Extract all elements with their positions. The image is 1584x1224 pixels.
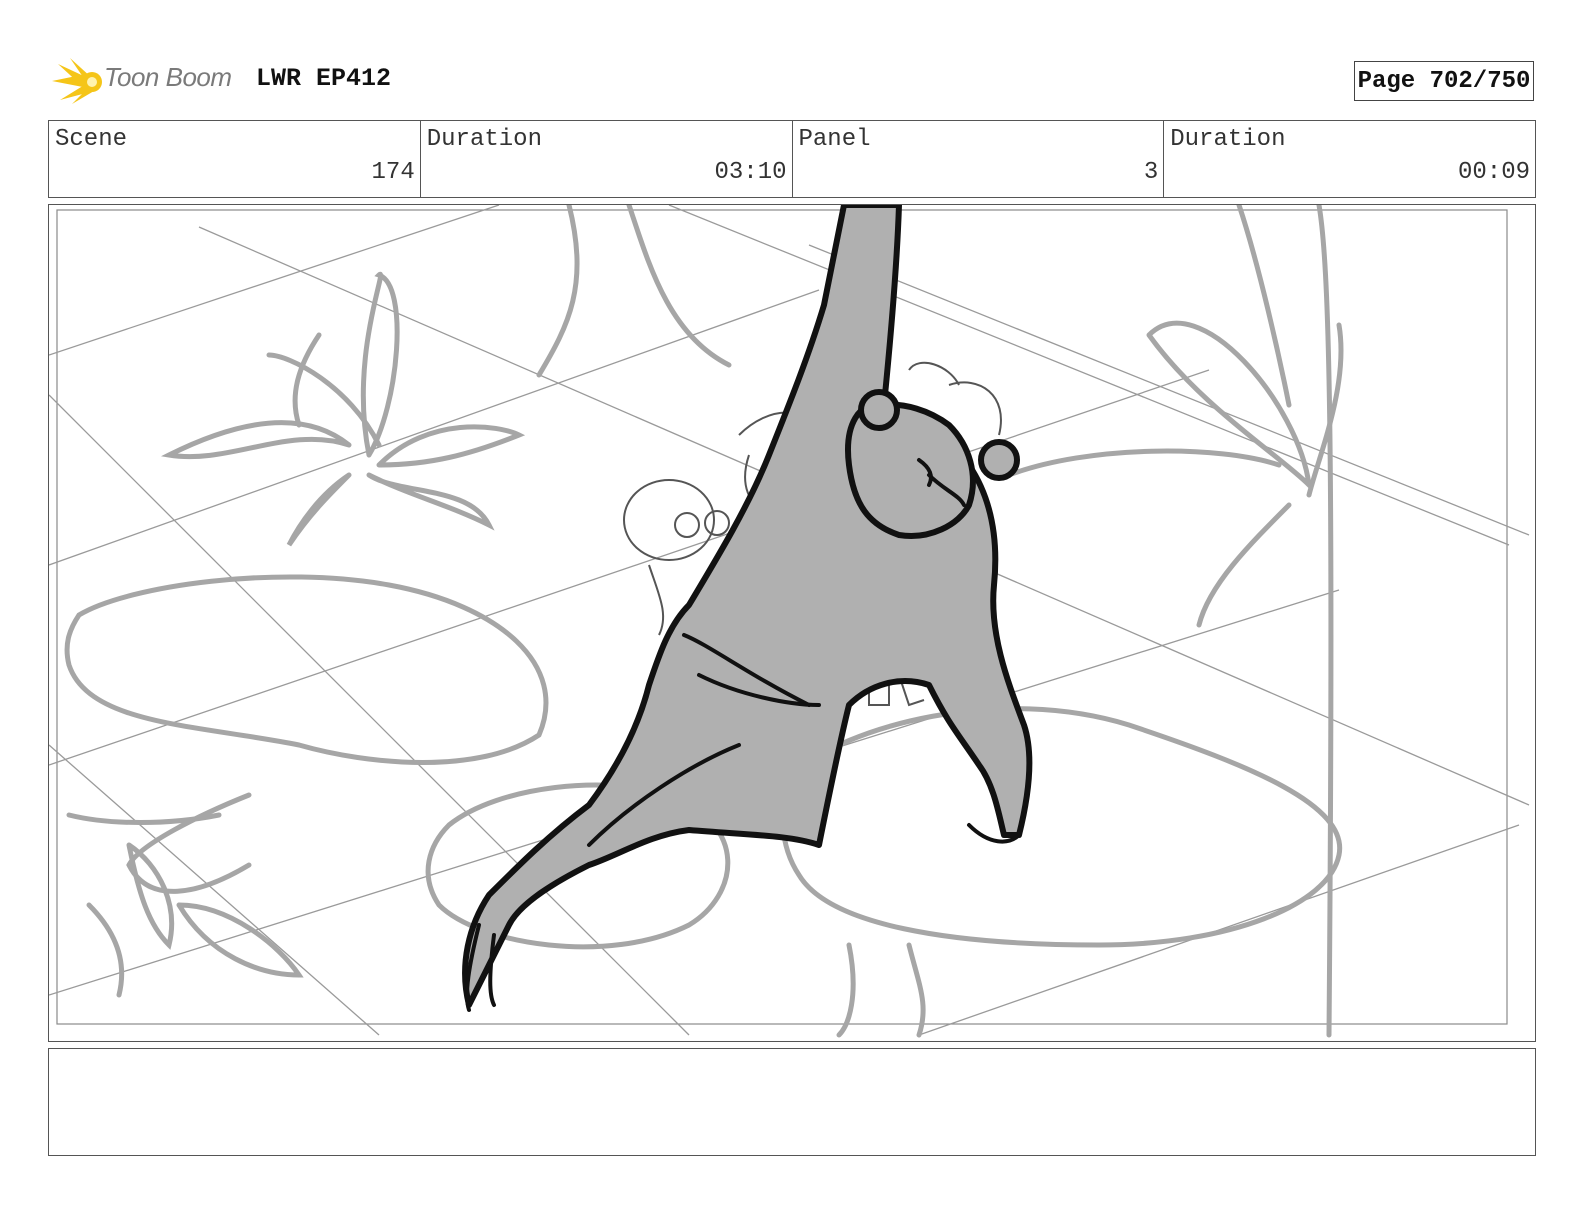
panel-label: Panel xyxy=(798,126,871,153)
notes-box xyxy=(48,1048,1536,1156)
scene-duration-label: Duration xyxy=(426,126,542,153)
panel-duration-label: Duration xyxy=(1170,126,1286,153)
scene-duration-value: 03:10 xyxy=(714,159,787,186)
project-title: LWR EP412 xyxy=(256,64,392,93)
logo-wordmark: Toon Boom xyxy=(104,62,232,92)
panel-duration-cell: Duration 00:09 xyxy=(1164,121,1535,197)
storyboard-panel-image xyxy=(48,204,1536,1042)
sketch-drawing xyxy=(49,205,1530,1038)
scene-value: 174 xyxy=(371,159,415,186)
panel-value: 3 xyxy=(1143,159,1159,186)
scene-cell: Scene 174 xyxy=(49,121,421,197)
scene-duration-cell: Duration 03:10 xyxy=(421,121,793,197)
page-indicator: Page 702/750 xyxy=(1354,61,1534,101)
scene-label: Scene xyxy=(55,126,128,153)
panel-cell: Panel 3 xyxy=(793,121,1165,197)
panel-duration-value: 00:09 xyxy=(1457,159,1530,186)
panel-info-row: Scene 174 Duration 03:10 Panel 3 Duratio… xyxy=(48,120,1536,198)
